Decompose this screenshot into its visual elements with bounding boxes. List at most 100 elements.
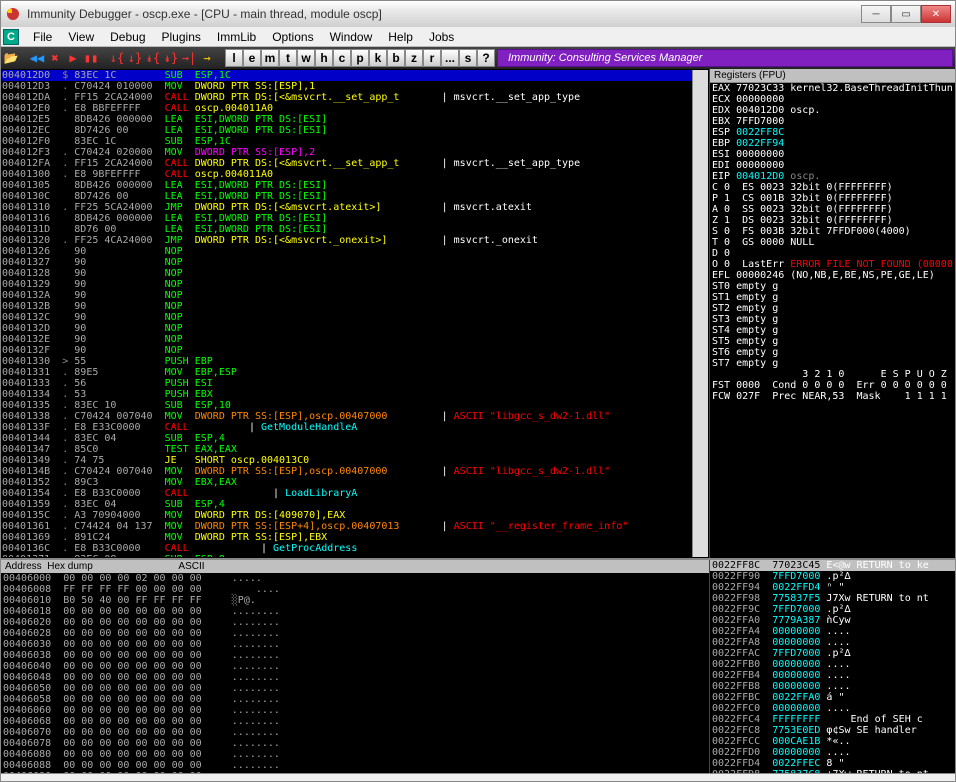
register-line[interactable]: ST7 empty g bbox=[710, 358, 955, 369]
disasm-row[interactable]: 004012E5 8DB426 000000 LEA ESI,DWORD PTR… bbox=[2, 114, 692, 125]
stack-row[interactable]: 0022FFC8 7753E0ED φ¢Sw SE handler bbox=[710, 725, 955, 736]
stack-row[interactable]: 0022FFAC 7FFD7000 .p²∆ bbox=[710, 648, 955, 659]
menu-immlib[interactable]: ImmLib bbox=[209, 28, 264, 46]
toolbar-letter-m[interactable]: m bbox=[261, 49, 279, 67]
menu-help[interactable]: Help bbox=[380, 28, 421, 46]
consulting-banner[interactable]: Immunity: Consulting Services Manager bbox=[497, 49, 953, 67]
stack-row[interactable]: 0022FFA0 7779A387 ǹCyw bbox=[710, 615, 955, 626]
close-button[interactable]: ✕ bbox=[921, 5, 951, 23]
hexdump-pane[interactable]: Address Hex dump ASCII 00406000 00 00 00… bbox=[1, 560, 710, 773]
disasm-row[interactable]: 004012EC 8D7426 00 LEA ESI,DWORD PTR DS:… bbox=[2, 125, 692, 136]
hex-row[interactable]: 00406020 00 00 00 00 00 00 00 00 .......… bbox=[1, 617, 709, 628]
stack-row[interactable]: 0022FFCC 000CAE1B *«.. bbox=[710, 736, 955, 747]
stack-row[interactable]: 0022FFA8 00000000 .... bbox=[710, 637, 955, 648]
stack-row[interactable]: 0022FFB8 00000000 .... bbox=[710, 681, 955, 692]
register-line[interactable]: Z 1 DS 0023 32bit 0(FFFFFFFF) bbox=[710, 215, 955, 226]
disasm-row[interactable]: 00401371 . 83EC 08 SUB ESP,8 bbox=[2, 554, 692, 557]
toolbar-letter-c[interactable]: c bbox=[333, 49, 351, 67]
disassembly-pane[interactable]: 004012D0 $ 83EC 1C SUB ESP,1C 004012D3 .… bbox=[1, 69, 710, 558]
toolbar-letter-...[interactable]: ... bbox=[441, 49, 459, 67]
register-line[interactable]: S 0 FS 003B 32bit 7FFDF000(4000) bbox=[710, 226, 955, 237]
run-to-ret-icon[interactable]: →| bbox=[181, 50, 197, 66]
register-line[interactable]: P 1 CS 001B 32bit 0(FFFFFFFF) bbox=[710, 193, 955, 204]
disasm-row[interactable]: 00401329 90 NOP bbox=[2, 279, 692, 290]
register-line[interactable]: EDI 00000000 bbox=[710, 160, 955, 171]
disasm-row[interactable]: 0040132E 90 NOP bbox=[2, 334, 692, 345]
disasm-row[interactable]: 0040131D 8D76 00 LEA ESI,DWORD PTR DS:[E… bbox=[2, 224, 692, 235]
register-line[interactable]: ST5 empty g bbox=[710, 336, 955, 347]
disasm-row[interactable]: 00401331 . 89E5 MOV EBP,ESP bbox=[2, 367, 692, 378]
disasm-row[interactable]: 004012F0 83EC 1C SUB ESP,1C bbox=[2, 136, 692, 147]
stack-row[interactable]: 0022FFA4 00000000 .... bbox=[710, 626, 955, 637]
menu-window[interactable]: Window bbox=[322, 28, 381, 46]
disasm-row[interactable]: 00401347 . 85C0 TEST EAX,EAX bbox=[2, 444, 692, 455]
hex-row[interactable]: 00406038 00 00 00 00 00 00 00 00 .......… bbox=[1, 650, 709, 661]
hex-row[interactable]: 00406050 00 00 00 00 00 00 00 00 .......… bbox=[1, 683, 709, 694]
toolbar-letter-b[interactable]: b bbox=[387, 49, 405, 67]
disasm-row[interactable]: 00401354 . E8 B33C0000 CALL | LoadLibrar… bbox=[2, 488, 692, 499]
disasm-row[interactable]: 0040134B . C70424 007040 MOV DWORD PTR S… bbox=[2, 466, 692, 477]
disasm-row[interactable]: 00401333 . 56 PUSH ESI bbox=[2, 378, 692, 389]
disasm-row[interactable]: 00401316 8DB426 000000 LEA ESI,DWORD PTR… bbox=[2, 213, 692, 224]
register-line[interactable]: EDX 004012D0 oscp. bbox=[710, 105, 955, 116]
disasm-row[interactable]: 00401352 . 89C3 MOV EBX,EAX bbox=[2, 477, 692, 488]
disasm-row[interactable]: 004012D0 $ 83EC 1C SUB ESP,1C bbox=[2, 70, 692, 81]
corner-icon[interactable]: C bbox=[3, 29, 19, 45]
toolbar-letter-s[interactable]: s bbox=[459, 49, 477, 67]
disasm-row[interactable]: 00401310 . FF25 5CA24000 JMP DWORD PTR D… bbox=[2, 202, 692, 213]
stack-row[interactable]: 0022FF8C 77023C45 E<@w RETURN to ke bbox=[710, 560, 955, 571]
menu-debug[interactable]: Debug bbox=[102, 28, 153, 46]
disasm-row[interactable]: 0040132B 90 NOP bbox=[2, 301, 692, 312]
scrollbar[interactable] bbox=[692, 70, 708, 557]
disasm-row[interactable]: 004012D3 . C70424 010000 MOV DWORD PTR S… bbox=[2, 81, 692, 92]
step-into-icon[interactable]: ↓{ bbox=[109, 50, 125, 66]
menu-file[interactable]: File bbox=[25, 28, 60, 46]
disasm-row[interactable]: 004012F3 . C70424 020000 MOV DWORD PTR S… bbox=[2, 147, 692, 158]
register-line[interactable]: ESI 00000000 bbox=[710, 149, 955, 160]
register-line[interactable]: ESP 0022FF8C bbox=[710, 127, 955, 138]
trace-into-icon[interactable]: ↡{ bbox=[145, 50, 161, 66]
hex-row[interactable]: 00406080 00 00 00 00 00 00 00 00 .......… bbox=[1, 749, 709, 760]
register-line[interactable]: FCW 027F Prec NEAR,53 Mask 1 1 1 1 bbox=[710, 391, 955, 402]
hex-row[interactable]: 00406060 00 00 00 00 00 00 00 00 .......… bbox=[1, 705, 709, 716]
disasm-row[interactable]: 0040133F . E8 E33C0000 CALL | GetModuleH… bbox=[2, 422, 692, 433]
rewind-icon[interactable]: ◀◀ bbox=[29, 50, 45, 66]
disasm-row[interactable]: 0040132D 90 NOP bbox=[2, 323, 692, 334]
register-line[interactable]: T 0 GS 0000 NULL bbox=[710, 237, 955, 248]
hex-row[interactable]: 00406010 B0 50 40 00 FF FF FF FF ░P@. bbox=[1, 595, 709, 606]
hex-row[interactable]: 00406008 FF FF FF FF 00 00 00 00 .... bbox=[1, 584, 709, 595]
disasm-row[interactable]: 00401344 . 83EC 04 SUB ESP,4 bbox=[2, 433, 692, 444]
hex-row[interactable]: 00406078 00 00 00 00 00 00 00 00 .......… bbox=[1, 738, 709, 749]
menu-view[interactable]: View bbox=[60, 28, 102, 46]
hex-row[interactable]: 00406040 00 00 00 00 00 00 00 00 .......… bbox=[1, 661, 709, 672]
register-line[interactable]: EAX 77023C33 kernel32.BaseThreadInitThun bbox=[710, 83, 955, 94]
disasm-row[interactable]: 0040132A 90 NOP bbox=[2, 290, 692, 301]
hex-row[interactable]: 00406018 00 00 00 00 00 00 00 00 .......… bbox=[1, 606, 709, 617]
disasm-row[interactable]: 00401334 . 53 PUSH EBX bbox=[2, 389, 692, 400]
register-line[interactable]: ST0 empty g bbox=[710, 281, 955, 292]
register-line[interactable]: C 0 ES 0023 32bit 0(FFFFFFFF) bbox=[710, 182, 955, 193]
stack-row[interactable]: 0022FF90 7FFD7000 .p²∆ bbox=[710, 571, 955, 582]
stack-row[interactable]: 0022FFB4 00000000 .... bbox=[710, 670, 955, 681]
disasm-row[interactable]: 0040132C 90 NOP bbox=[2, 312, 692, 323]
hex-row[interactable]: 00406028 00 00 00 00 00 00 00 00 .......… bbox=[1, 628, 709, 639]
disasm-row[interactable]: 00401327 90 NOP bbox=[2, 257, 692, 268]
goto-icon[interactable]: → bbox=[199, 50, 215, 66]
register-line[interactable]: D 0 bbox=[710, 248, 955, 259]
hex-row[interactable]: 00406070 00 00 00 00 00 00 00 00 .......… bbox=[1, 727, 709, 738]
register-line[interactable]: EFL 00000246 (NO,NB,E,BE,NS,PE,GE,LE) bbox=[710, 270, 955, 281]
hex-row[interactable]: 00406068 00 00 00 00 00 00 00 00 .......… bbox=[1, 716, 709, 727]
register-line[interactable]: O 0 LastErr ERROR_FILE_NOT_FOUND (00000 bbox=[710, 259, 955, 270]
stack-row[interactable]: 0022FFC0 00000000 .... bbox=[710, 703, 955, 714]
register-line[interactable]: A 0 SS 0023 32bit 0(FFFFFFFF) bbox=[710, 204, 955, 215]
toolbar-letter-p[interactable]: p bbox=[351, 49, 369, 67]
stack-row[interactable]: 0022FFB0 00000000 .... bbox=[710, 659, 955, 670]
hex-row[interactable]: 00406048 00 00 00 00 00 00 00 00 .......… bbox=[1, 672, 709, 683]
register-line[interactable]: ST4 empty g bbox=[710, 325, 955, 336]
hex-row[interactable]: 00406088 00 00 00 00 00 00 00 00 .......… bbox=[1, 760, 709, 771]
register-line[interactable]: EBX 7FFD7000 bbox=[710, 116, 955, 127]
toolbar-letter-k[interactable]: k bbox=[369, 49, 387, 67]
toolbar-letter-?[interactable]: ? bbox=[477, 49, 495, 67]
disasm-row[interactable]: 00401369 . 891C24 MOV DWORD PTR SS:[ESP]… bbox=[2, 532, 692, 543]
disasm-row[interactable]: 00401300 . E8 9BFEFFFF CALL oscp.004011A… bbox=[2, 169, 692, 180]
